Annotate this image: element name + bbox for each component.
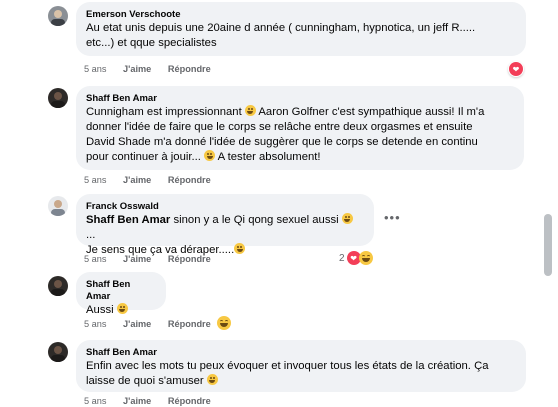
- laughing-emoji-icon: [234, 243, 246, 254]
- like-button[interactable]: J'aime: [123, 254, 151, 264]
- reaction-summary[interactable]: 2 ❤: [338, 250, 374, 266]
- comment-bubble: Shaff Ben Amar Cunnigham est impressionn…: [76, 86, 524, 170]
- comment-text: Aussi: [86, 303, 154, 318]
- comment-author[interactable]: Shaff Ben Amar: [86, 93, 512, 105]
- reaction-count: 2: [339, 252, 345, 264]
- comment-text: Enfin avec les mots tu peux évoquer et i…: [86, 360, 489, 387]
- comment-author[interactable]: Franck Osswald: [86, 201, 362, 213]
- comment-actions: 5 ans J'aime Répondre: [84, 174, 225, 186]
- grin-emoji-icon: [206, 374, 218, 385]
- comment-author[interactable]: Shaff Ben Amar: [86, 347, 514, 359]
- avatar[interactable]: [48, 196, 68, 216]
- grin-emoji-icon: [204, 150, 216, 161]
- comment-actions: 5 ans J'aime Répondre: [84, 395, 225, 407]
- comment-actions: 5 ans J'aime Répondre: [84, 63, 225, 75]
- scrollbar[interactable]: [544, 214, 552, 276]
- timestamp[interactable]: 5 ans: [84, 319, 106, 329]
- more-options-icon[interactable]: •••: [384, 210, 401, 225]
- comment-bubble: Emerson Verschoote Au etat unis depuis u…: [76, 2, 526, 56]
- reply-button[interactable]: Répondre: [168, 254, 211, 264]
- avatar[interactable]: [48, 88, 68, 108]
- timestamp[interactable]: 5 ans: [84, 396, 106, 406]
- timestamp[interactable]: 5 ans: [84, 254, 106, 264]
- heart-icon: ❤: [509, 62, 523, 76]
- comment-text: Au etat unis depuis une 20aine d année (…: [86, 22, 476, 49]
- comment-bubble: Shaff Ben Amar Aussi: [76, 272, 166, 316]
- reply-button[interactable]: Répondre: [168, 64, 211, 74]
- smile-emoji-icon: [116, 303, 128, 314]
- comment-bubble: Shaff Ben Amar Enfin avec les mots tu pe…: [76, 340, 526, 392]
- avatar[interactable]: [48, 342, 68, 362]
- like-button[interactable]: J'aime: [123, 396, 151, 406]
- laughing-emoji-icon: [217, 316, 231, 330]
- reply-button[interactable]: Répondre: [168, 319, 211, 329]
- like-button[interactable]: J'aime: [123, 64, 151, 74]
- grin-emoji-icon: [341, 213, 353, 224]
- comment-actions: 5 ans J'aime Répondre: [84, 318, 225, 330]
- like-button[interactable]: J'aime: [123, 175, 151, 185]
- avatar[interactable]: [48, 6, 68, 26]
- mention-link[interactable]: Shaff Ben Amar: [86, 214, 170, 226]
- like-button[interactable]: J'aime: [123, 319, 151, 329]
- comment-text: Cunnigham est impressionnant Aaron Golfn…: [86, 105, 485, 163]
- reaction-summary[interactable]: ❤: [508, 61, 524, 77]
- comment-text: Shaff Ben Amar sinon y a le Qi qong sexu…: [86, 213, 362, 258]
- comment-author[interactable]: Emerson Verschoote: [86, 9, 514, 21]
- reply-button[interactable]: Répondre: [168, 396, 211, 406]
- reaction-summary[interactable]: [216, 315, 232, 331]
- timestamp[interactable]: 5 ans: [84, 175, 106, 185]
- comment-bubble: Franck Osswald Shaff Ben Amar sinon y a …: [76, 194, 374, 256]
- grin-emoji-icon: [244, 105, 256, 116]
- laughing-emoji-icon: [358, 251, 373, 265]
- avatar[interactable]: [48, 276, 68, 296]
- comment-author[interactable]: Shaff Ben Amar: [86, 279, 154, 303]
- reply-button[interactable]: Répondre: [168, 175, 211, 185]
- timestamp[interactable]: 5 ans: [84, 64, 106, 74]
- comment-actions: 5 ans J'aime Répondre: [84, 253, 225, 265]
